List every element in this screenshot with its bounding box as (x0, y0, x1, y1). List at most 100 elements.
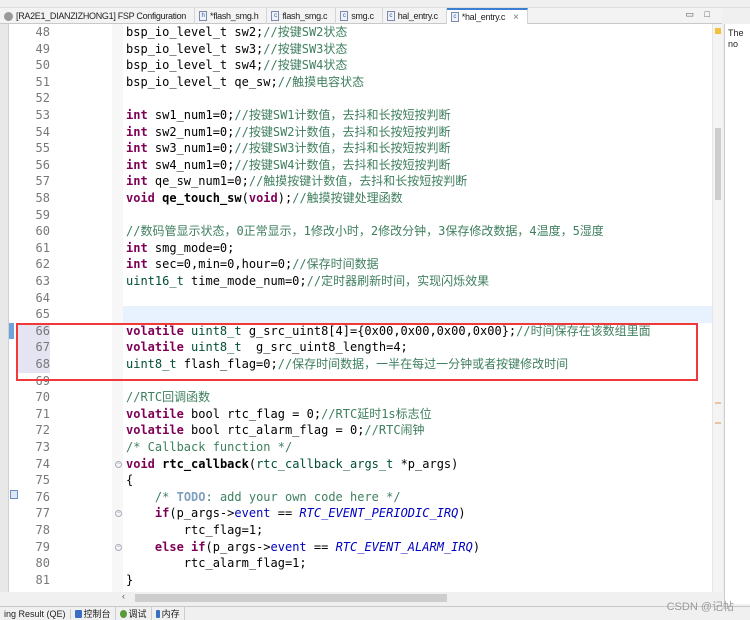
line-number: 48 (10, 24, 112, 41)
comment: //按键SW1计数值，去抖和长按短按判断 (234, 108, 451, 122)
code-text: ) (458, 506, 466, 521)
code-text: rtc_flag=1; (126, 523, 264, 537)
line-number-text: 81 (35, 572, 50, 587)
right-side-panel: The no (724, 24, 750, 604)
horizontal-scrollbar[interactable]: ‹ (120, 591, 712, 604)
highlight-box (16, 323, 698, 381)
tab-debug[interactable]: 调试 (116, 607, 152, 620)
code-text: == (270, 506, 300, 521)
code-line[interactable]: int sw2_num1=0;//按键SW2计数值，去抖和长按短按判断 (126, 124, 451, 141)
code-line[interactable]: { (126, 472, 133, 489)
vertical-scrollbar[interactable] (712, 24, 722, 592)
minimize-maximize-buttons[interactable]: ▭ □ (686, 9, 714, 20)
line-number-text: 48 (35, 25, 50, 39)
tab-label: flash_smg.c (282, 10, 328, 21)
line-number-text: 51 (35, 74, 50, 89)
c-file-icon: c (340, 11, 349, 21)
keyword: else (154, 539, 184, 554)
line-number-text: 64 (35, 290, 50, 305)
code-line[interactable]: rtc_alarm_flag=1; (126, 555, 307, 572)
console-icon (74, 609, 82, 618)
code-line[interactable]: volatile bool rtc_flag = 0;//RTC延时1s标志位 (126, 406, 432, 423)
code-line[interactable]: //数码管显示状态，0正常显示，1修改小时，2修改分钟，3保存修改数据，4温度，… (126, 223, 604, 240)
line-number-text: 70 (35, 390, 50, 405)
code-text: sw4_num1=0; (147, 157, 235, 172)
scrollbar-thumb[interactable] (135, 594, 447, 602)
code-line[interactable]: bsp_io_level_t sw2;//按键SW2状态 (126, 24, 347, 41)
fold-toggle-icon[interactable]: − (115, 460, 122, 468)
tab-hal-entry-c[interactable]: c hal_entry.c (383, 8, 447, 24)
code-line[interactable]: /* TODO: add your own code here */ (126, 489, 401, 506)
line-change-marker (9, 323, 14, 339)
line-number-text: 63 (35, 274, 50, 288)
code-line[interactable]: //RTC回调函数 (126, 389, 210, 406)
code-line[interactable]: void qe_touch_sw(void);//触摸按键处理函数 (126, 190, 403, 207)
code-line[interactable]: else if(p_args->event == RTC_EVENT_ALARM… (126, 539, 480, 556)
tab-flash-smg-c[interactable]: c flash_smg.c (267, 8, 337, 24)
comment: //按键SW3计数值，去抖和长按短按判断 (234, 141, 451, 156)
code-line[interactable]: int smg_mode=0; (126, 240, 234, 257)
toolbar (0, 0, 750, 8)
line-number: 73 (10, 439, 112, 456)
todo-tag: TODO (176, 489, 206, 504)
line-number: 52 (10, 90, 112, 107)
line-number: 49 (10, 41, 112, 58)
code-editor[interactable]: 48 bsp_io_level_t sw2;//按键SW2状态 49 bsp_io_l… (0, 24, 722, 592)
tab-memory[interactable]: 内存 (152, 607, 185, 620)
code-text: bsp_io_level_t sw4; (126, 58, 264, 73)
h-file-icon: h (199, 11, 208, 21)
code-text: bsp_io_level_t sw3; (126, 41, 264, 56)
code-line[interactable]: int sw4_num1=0;//按键SW4计数值，去抖和长按短按判断 (126, 157, 451, 174)
line-number: 59 (10, 207, 112, 224)
fold-toggle-icon[interactable]: − (115, 543, 122, 551)
line-number: 81 (10, 572, 112, 589)
tab-fsp-configuration[interactable]: [RA2E1_DIANZIZHONG1] FSP Configuration (0, 8, 196, 24)
code-line[interactable]: int sec=0,min=0,hour=0;//保存时间数据 (126, 256, 379, 273)
code-line[interactable]: bsp_io_level_t sw3;//按键SW3状态 (126, 41, 347, 58)
code-line[interactable]: int qe_sw_num1=0;//触摸按键计数值，去抖和长按短按判断 (126, 173, 467, 190)
code-text: ( (248, 456, 257, 471)
code-line[interactable]: bsp_io_level_t sw4;//按键SW4状态 (126, 57, 347, 74)
tab-hal-entry-c-modified[interactable]: c *hal_entry.c × (446, 8, 528, 24)
watermark: CSDN @记帖 (666, 601, 734, 613)
enum-constant: RTC_EVENT_ALARM_IRQ (335, 539, 473, 554)
code-line[interactable]: volatile bool rtc_alarm_flag = 0;//RTC闹钟 (126, 422, 425, 439)
code-line[interactable]: rtc_flag=1; (126, 522, 263, 539)
keyword: if (191, 539, 206, 554)
line-number: 56 (10, 157, 112, 174)
code-line[interactable]: uint16_t time_mode_num=0;//定时器刷新时间，实现闪烁效… (126, 273, 489, 290)
code-line[interactable]: /* Callback function */ (126, 439, 292, 456)
line-number: 80 (10, 555, 112, 572)
line-number-text: 80 (35, 556, 50, 571)
code-text: *p_args) (393, 456, 459, 471)
keyword: void (126, 456, 155, 471)
type-name: uint16_t (126, 274, 184, 288)
code-text: sw2_num1=0; (147, 124, 235, 139)
tab-qe-result[interactable]: ing Result (QE) (0, 608, 71, 619)
scrollbar-thumb[interactable] (715, 128, 721, 200)
code-line[interactable]: void rtc_callback(rtc_callback_args_t *p… (126, 456, 458, 473)
tab-label: 内存 (161, 609, 180, 619)
comment: //保存时间数据 (292, 257, 379, 272)
code-line[interactable]: int sw3_num1=0;//按键SW3计数值，去抖和长按短按判断 (126, 140, 451, 157)
panel-text: The (728, 28, 744, 38)
tab-flash-smg-h[interactable]: h *flash_smg.h (195, 8, 268, 24)
scroll-left-icon[interactable]: ‹ (122, 591, 125, 601)
code-line[interactable]: if(p_args->event == RTC_EVENT_PERIODIC_I… (126, 505, 466, 522)
tab-smg-c[interactable]: c smg.c (336, 8, 383, 24)
keyword: void (126, 191, 155, 205)
debug-icon (119, 609, 127, 618)
keyword: int (126, 240, 148, 255)
close-icon[interactable]: × (513, 11, 519, 24)
tab-console[interactable]: 控制台 (71, 607, 116, 620)
code-text: (p_args-> (169, 506, 235, 521)
code-line[interactable]: bsp_io_level_t qe_sw;//触摸电容状态 (126, 74, 364, 91)
line-number: 61 (10, 240, 112, 257)
code-line[interactable]: int sw1_num1=0;//按键SW1计数值，去抖和长按短按判断 (126, 107, 451, 124)
code-text: bool rtc_alarm_flag = 0; (183, 423, 365, 438)
comment: //按键SW3状态 (263, 41, 348, 56)
code-line[interactable]: } (126, 572, 133, 589)
line-number-text: 60 (35, 224, 50, 239)
